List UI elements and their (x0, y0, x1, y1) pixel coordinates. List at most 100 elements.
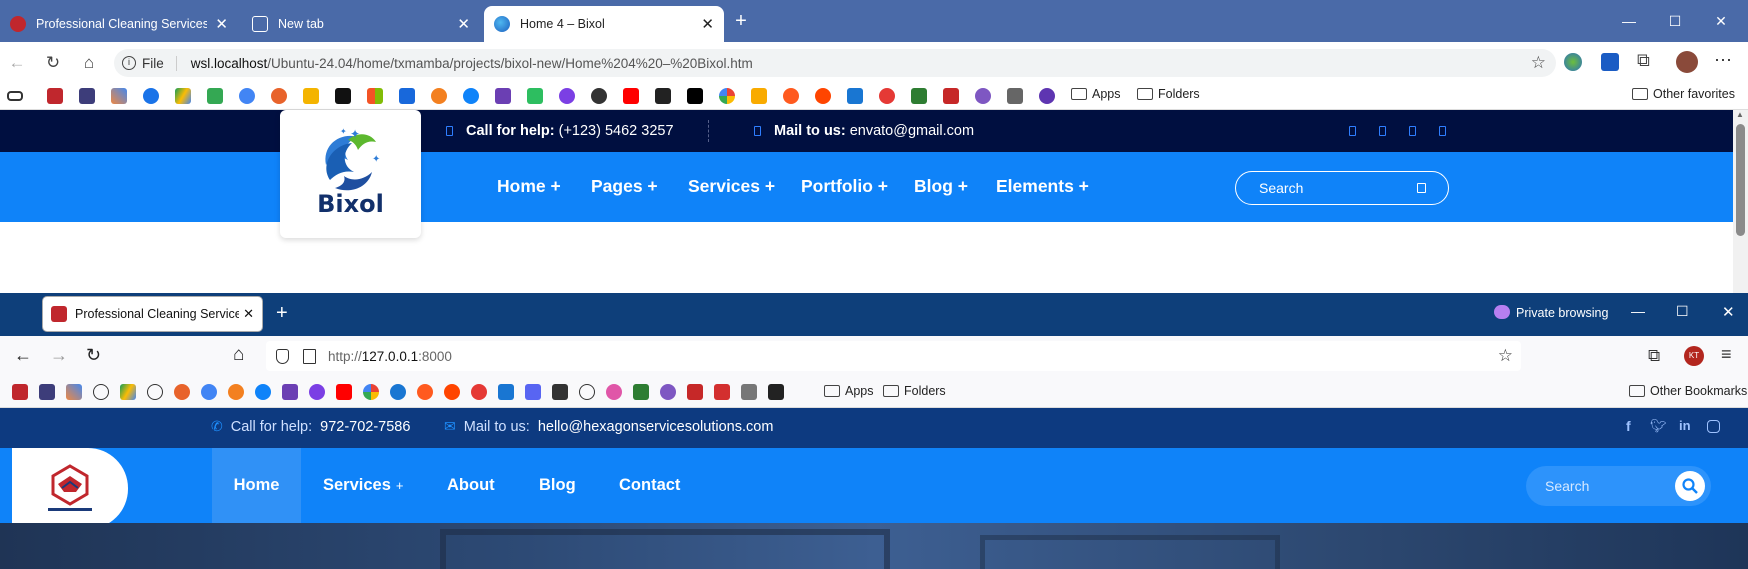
edge-tab-1[interactable]: Professional Cleaning Services - Y ✕ (0, 6, 238, 42)
shield-icon[interactable] (276, 348, 289, 364)
close-tab-icon[interactable]: ✕ (215, 15, 228, 33)
bookmark-icon[interactable] (714, 384, 730, 400)
bookmark-icon[interactable] (444, 384, 460, 400)
reload-icon[interactable]: ↻ (42, 52, 64, 74)
bookmark-icon[interactable] (768, 384, 784, 400)
instagram-icon[interactable] (1707, 420, 1720, 433)
bookmark-folder-folders[interactable]: Folders (1137, 87, 1200, 101)
bookmark-icon[interactable] (687, 88, 703, 104)
bixol-search-input[interactable]: Search (1235, 171, 1449, 205)
bookmark-icon[interactable] (147, 384, 163, 400)
call-value[interactable]: (+123) 5462 3257 (559, 123, 674, 139)
bookmark-icon[interactable] (719, 88, 735, 104)
bookmark-icon[interactable] (606, 384, 622, 400)
bookmark-icon[interactable] (207, 88, 223, 104)
bookmark-icon[interactable] (12, 384, 28, 400)
bookmark-icon[interactable] (879, 88, 895, 104)
bookmark-star-icon[interactable]: ☆ (1498, 346, 1513, 366)
bookmark-icon[interactable] (417, 384, 433, 400)
facebook-icon[interactable] (1349, 126, 1356, 136)
nav-home-active[interactable]: Home (212, 448, 301, 523)
mail-value[interactable]: envato@gmail.com (850, 123, 974, 139)
linkedin-icon[interactable]: in (1679, 418, 1691, 433)
bookmark-icon[interactable] (559, 88, 575, 104)
bookmark-icon[interactable] (363, 384, 379, 400)
bookmark-icon[interactable] (7, 91, 23, 101)
home-icon[interactable]: ⌂ (78, 52, 100, 74)
close-tab-icon[interactable]: ✕ (243, 306, 254, 322)
bookmark-icon[interactable] (525, 384, 541, 400)
bookmark-icon[interactable] (201, 384, 217, 400)
edge-tab-3-active[interactable]: Home 4 – Bixol ✕ (484, 6, 724, 42)
facebook-icon[interactable]: f (1626, 418, 1631, 434)
twitter-icon[interactable]: 🐦︎ (1650, 418, 1667, 434)
extension-icon[interactable] (1601, 53, 1619, 71)
hexagon-search-input[interactable]: Search (1526, 466, 1711, 506)
edge-scrollbar[interactable]: ▲ (1733, 110, 1748, 293)
nav-home[interactable]: Home + (497, 176, 561, 197)
bookmark-icon[interactable] (255, 384, 271, 400)
forward-icon[interactable]: → (50, 345, 68, 366)
bookmark-icon[interactable] (495, 88, 511, 104)
maximize-icon[interactable]: ☐ (1676, 303, 1689, 320)
new-tab-button[interactable]: + (718, 0, 764, 42)
search-icon[interactable] (1417, 183, 1426, 193)
close-tab-icon[interactable]: ✕ (457, 15, 470, 33)
reload-icon[interactable]: ↻ (86, 345, 101, 366)
bixol-logo[interactable]: ✦ ✦ ✦ Bixol (280, 110, 421, 238)
linkedin-icon[interactable] (1439, 126, 1446, 136)
bookmark-folder-other[interactable]: Other Bookmarks (1629, 384, 1747, 398)
home-icon[interactable]: ⌂ (233, 344, 244, 366)
maximize-icon[interactable]: ☐ (1652, 0, 1698, 42)
nav-blog[interactable]: Blog + (914, 176, 968, 197)
bookmark-icon[interactable] (783, 88, 799, 104)
bookmark-folder-folders[interactable]: Folders (883, 384, 946, 398)
bookmark-icon[interactable] (1039, 88, 1055, 104)
bookmark-icon[interactable] (143, 88, 159, 104)
bookmark-icon[interactable] (367, 88, 383, 104)
bookmark-icon[interactable] (120, 384, 136, 400)
nav-services[interactable]: Services + (323, 448, 404, 523)
twitter-icon[interactable] (1379, 126, 1386, 136)
bookmark-icon[interactable] (1007, 88, 1023, 104)
address-bar[interactable]: i File wsl.localhost /Ubuntu-24.04/home/… (114, 49, 1556, 77)
menu-hamburger-icon[interactable]: ≡ (1721, 344, 1732, 365)
call-value[interactable]: 972-702-7586 (320, 419, 410, 435)
scrollbar-thumb[interactable] (1736, 124, 1745, 236)
bookmark-icon[interactable] (271, 88, 287, 104)
bookmark-icon[interactable] (335, 88, 351, 104)
page-icon[interactable] (303, 348, 316, 364)
bookmark-icon[interactable] (527, 88, 543, 104)
mail-value[interactable]: hello@hexagonservicesolutions.com (538, 419, 774, 435)
bookmark-icon[interactable] (655, 88, 671, 104)
bookmark-icon[interactable] (579, 384, 595, 400)
minimize-icon[interactable]: — (1631, 303, 1645, 319)
instagram-icon[interactable] (1409, 126, 1416, 136)
bookmark-icon[interactable] (660, 384, 676, 400)
account-avatar[interactable]: KT (1684, 346, 1704, 366)
bookmark-icon[interactable] (431, 88, 447, 104)
bookmark-icon[interactable] (943, 88, 959, 104)
bookmark-icon[interactable] (228, 384, 244, 400)
bookmark-icon[interactable] (111, 88, 127, 104)
bookmark-icon[interactable] (687, 384, 703, 400)
nav-pages[interactable]: Pages + (591, 176, 658, 197)
more-menu-icon[interactable]: ⋯ (1714, 50, 1732, 71)
search-button[interactable] (1675, 471, 1705, 501)
file-indicator[interactable]: i File (122, 55, 177, 71)
back-icon[interactable]: ← (14, 345, 32, 366)
bookmark-icon[interactable] (174, 384, 190, 400)
address-bar[interactable]: http:// 127.0.0.1 :8000 ☆ (266, 341, 1521, 371)
bookmark-icon[interactable] (847, 88, 863, 104)
bookmark-icon[interactable] (336, 384, 352, 400)
bookmark-folder-apps[interactable]: Apps (1071, 87, 1121, 101)
bookmark-folder-other[interactable]: Other favorites (1632, 87, 1735, 101)
bookmark-icon[interactable] (741, 384, 757, 400)
bookmark-icon[interactable] (498, 384, 514, 400)
bookmark-icon[interactable] (552, 384, 568, 400)
bookmark-icon[interactable] (463, 88, 479, 104)
bookmark-icon[interactable] (975, 88, 991, 104)
bookmark-icon[interactable] (66, 384, 82, 400)
bookmark-icon[interactable] (79, 88, 95, 104)
bookmark-icon[interactable] (591, 88, 607, 104)
